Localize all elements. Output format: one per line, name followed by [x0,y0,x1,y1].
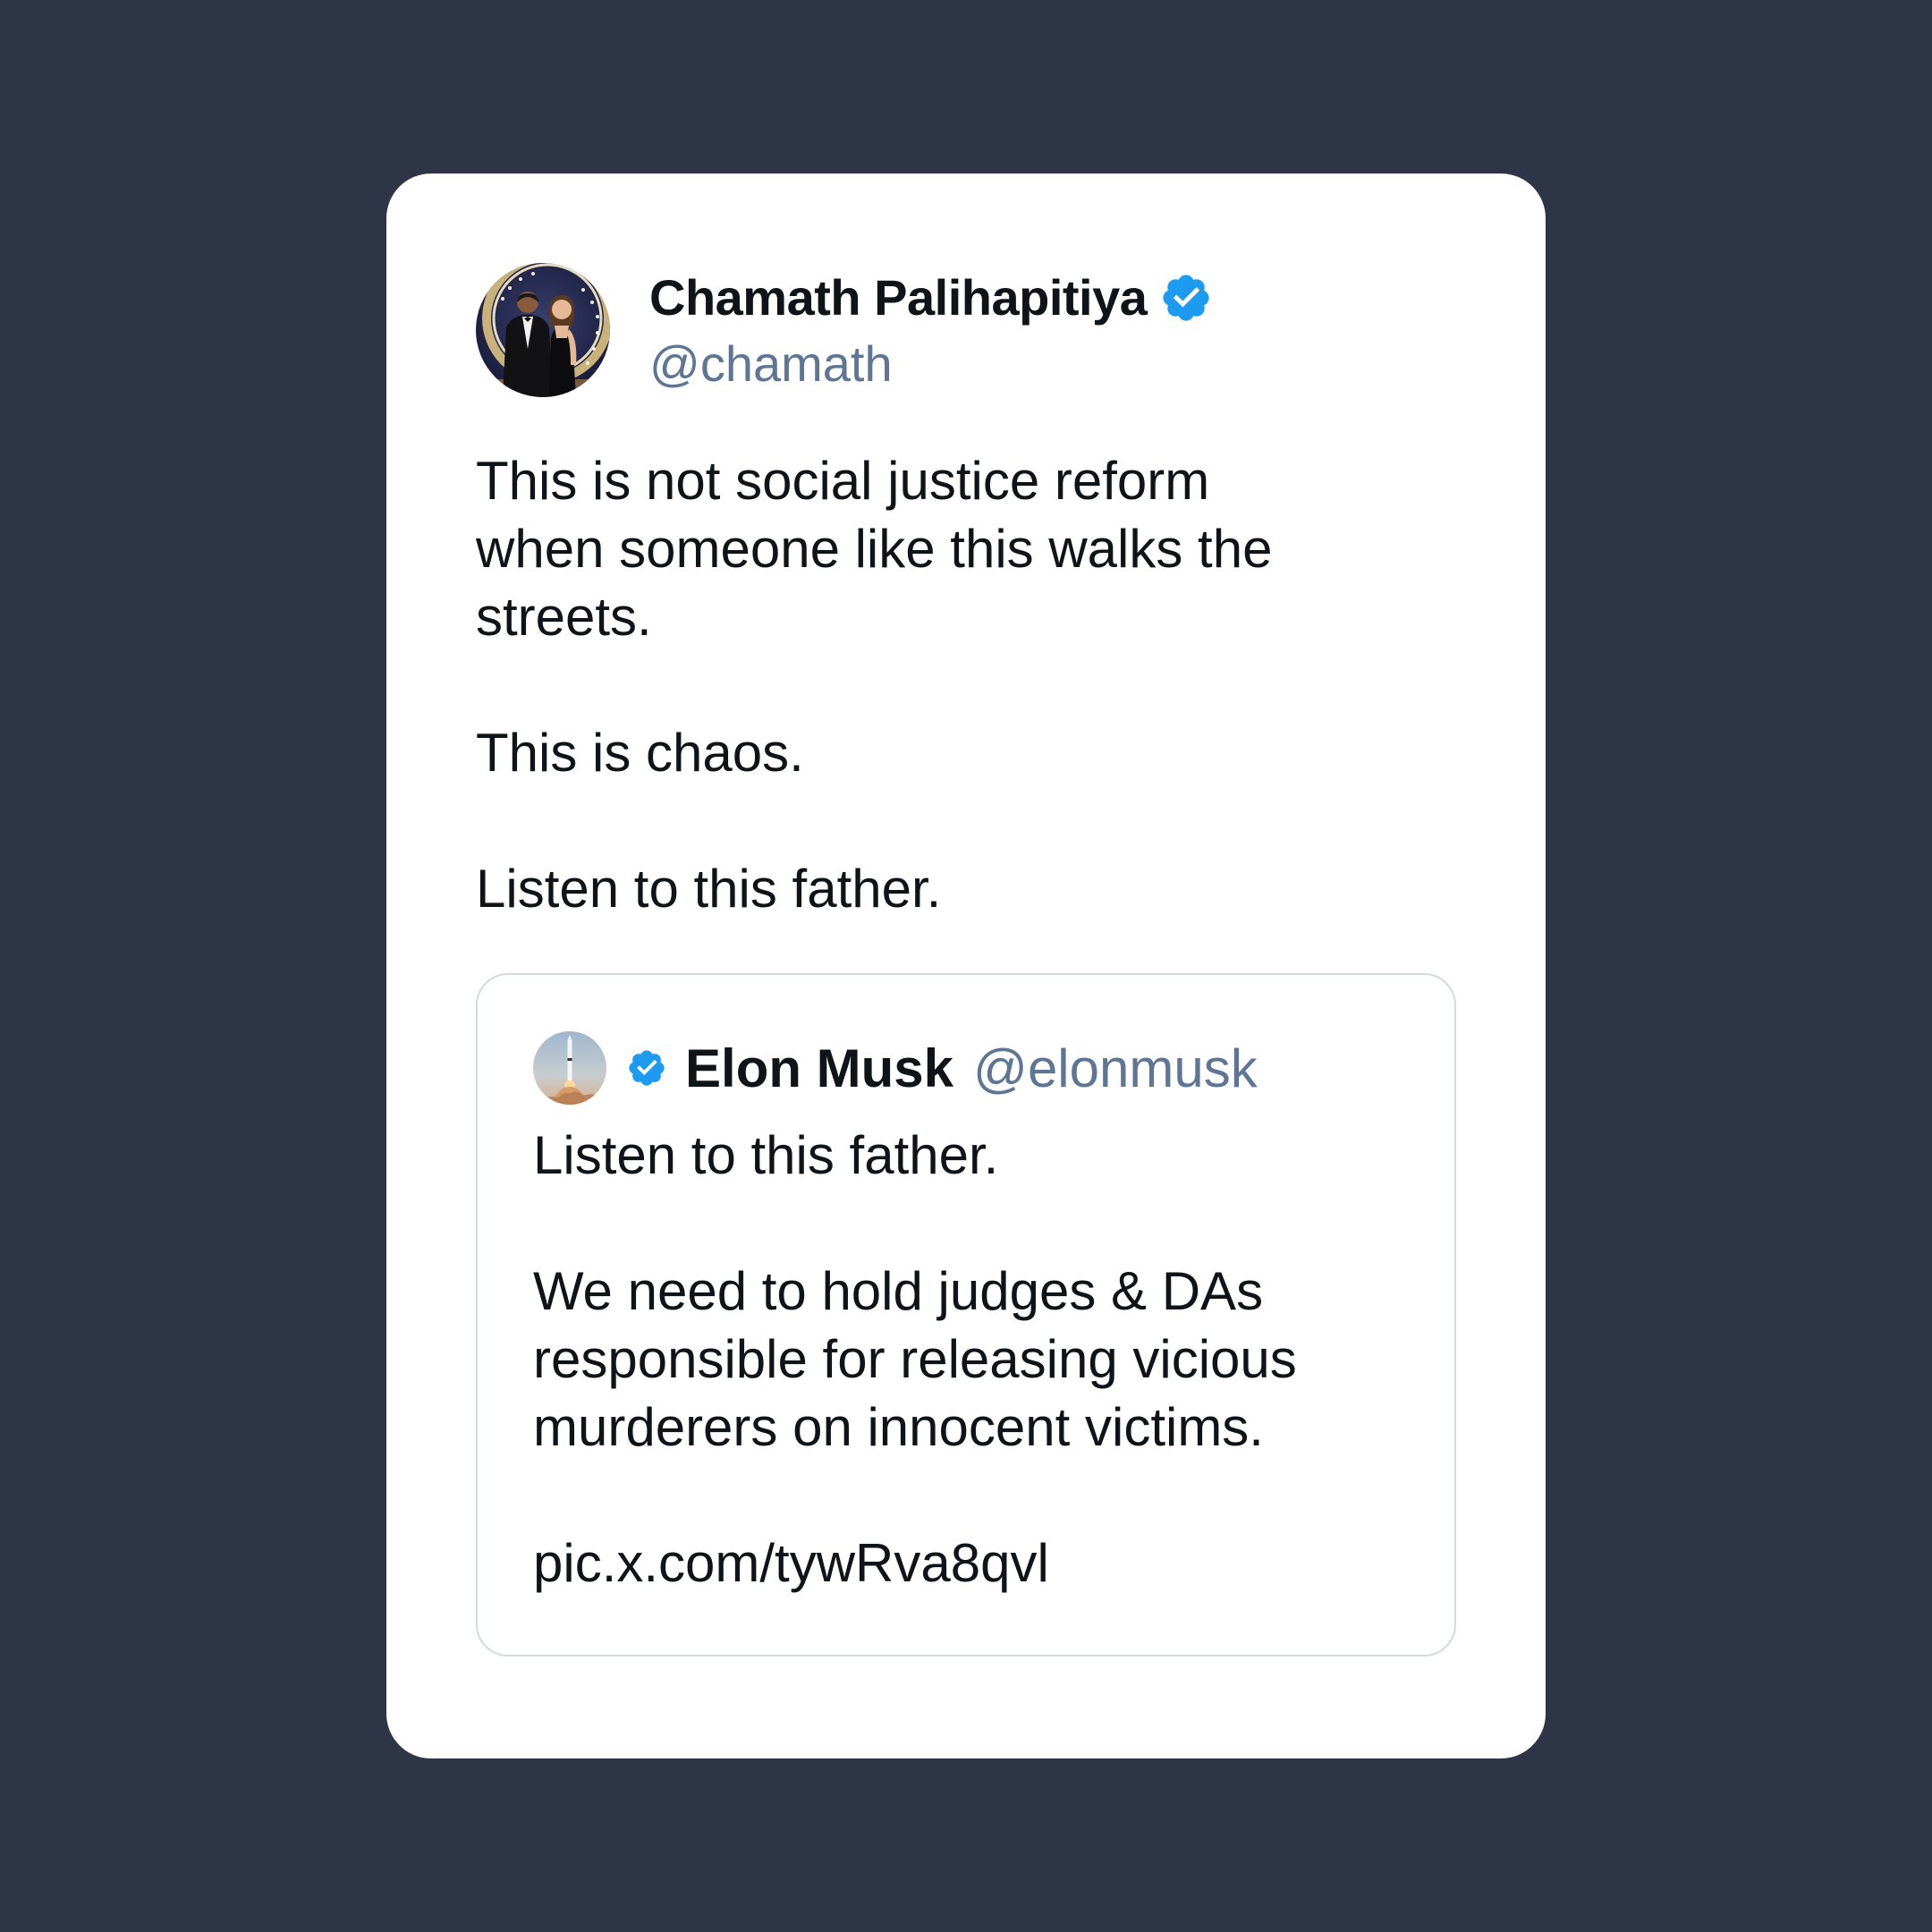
tweet-author: Chamath Palihapitiya @chamath [476,263,1460,397]
quoted-author-name[interactable]: Elon Musk [685,1038,953,1099]
quoted-tweet-header: Elon Musk @elonmusk [533,1030,1258,1106]
quoted-tweet-text: Listen to this father. We need to hold j… [533,1125,1297,1593]
author-handle[interactable]: @chamath [649,335,893,393]
tweet-card: Chamath Palihapitiya @chamath This is no… [386,174,1546,1758]
verified-badge-icon [1159,271,1213,325]
author-avatar[interactable] [476,263,610,397]
rocket-launch-photo [533,1031,606,1105]
tweet-body-text: This is not social justice reform when s… [476,451,1273,919]
author-avatar-photo [476,263,610,397]
quoted-verified-badge-icon [626,1047,667,1089]
author-name-row: Chamath Palihapitiya [649,268,1213,326]
author-name[interactable]: Chamath Palihapitiya [649,268,1148,326]
quoted-author-handle[interactable]: @elonmusk [973,1038,1258,1099]
quoted-tweet[interactable]: Elon Musk @elonmusk Listen to this fathe… [476,973,1456,1657]
quoted-author-avatar[interactable] [533,1031,606,1105]
